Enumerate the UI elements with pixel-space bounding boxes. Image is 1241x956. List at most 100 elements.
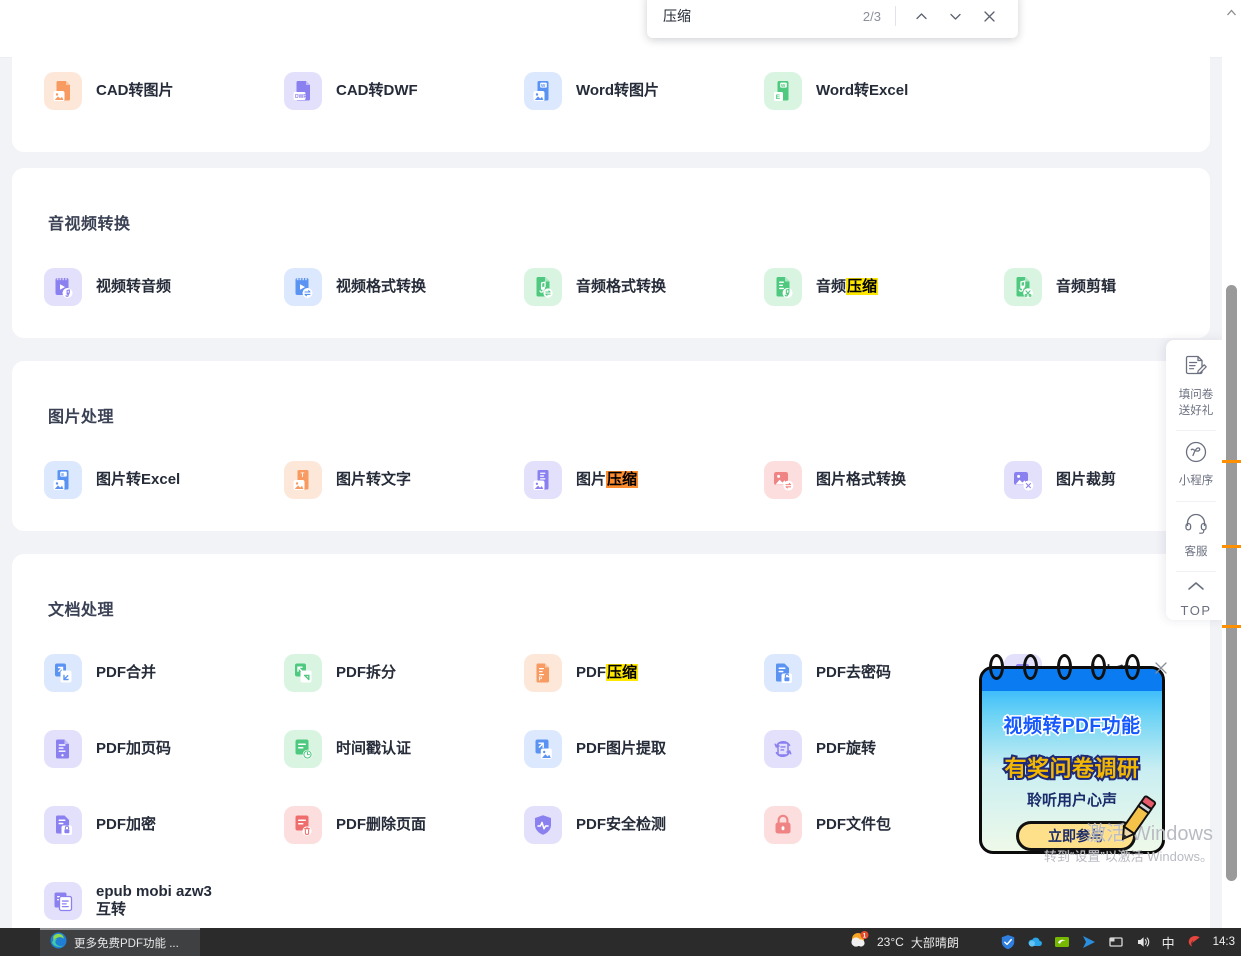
tool-label: PDF安全检测 xyxy=(576,815,667,833)
find-previous-button[interactable] xyxy=(904,1,938,31)
ime-chinese-icon[interactable]: 中 xyxy=(1162,933,1175,952)
weather-sun-cloud-icon: 1 xyxy=(850,930,870,954)
tool-label: 视频转音频 xyxy=(96,277,172,295)
sidebar-item-back-to-top[interactable]: TOP xyxy=(1166,580,1226,620)
section-card-media: 音视频转换 视频转音频 视频格式转换 音频格式转换 音频压缩 音频剪辑 xyxy=(12,168,1210,338)
tool-label: PDF拆分 xyxy=(336,663,397,681)
floating-sidebar: 填问卷 送好礼 小程序 客服 TOP xyxy=(1166,340,1226,620)
taskbar-app-button[interactable]: 更多免费PDF功能 ... xyxy=(40,928,200,956)
tool-pdf-merge[interactable]: PDF合并 xyxy=(44,654,294,692)
tool-image-compress[interactable]: 图片压缩 xyxy=(524,461,774,499)
word-to-image-icon: W xyxy=(524,72,562,110)
svg-text:W: W xyxy=(541,83,546,88)
volume-icon[interactable] xyxy=(1135,934,1151,950)
find-next-button[interactable] xyxy=(938,1,972,31)
weather-desc: 大部晴朗 xyxy=(910,935,959,950)
tool-timestamp-certify[interactable]: 时间戳认证 xyxy=(284,730,534,768)
tool-pdf-delete-page[interactable]: PDF删除页面 xyxy=(284,806,534,844)
sidebar-item-label: 填问卷 送好礼 xyxy=(1178,389,1214,417)
scroll-up-arrow-icon[interactable] xyxy=(1226,4,1237,16)
pdf-delete-page-icon xyxy=(284,806,322,844)
tool-label: PDF加密 xyxy=(96,815,157,833)
scrollbar-match-tick xyxy=(1222,625,1241,628)
tool-label: 音频压缩 xyxy=(816,277,879,295)
tool-cad-to-image[interactable]: CAD转图片 xyxy=(44,72,294,110)
search-input[interactable] xyxy=(663,8,863,24)
sidebar-item-label: 客服 xyxy=(1184,545,1208,558)
tool-audio-compress[interactable]: 音频压缩 xyxy=(764,268,1014,306)
tool-ebook-convert[interactable]: epub mobi azw3互转 xyxy=(44,882,294,920)
tool-label: 图片裁剪 xyxy=(1056,470,1117,488)
svg-text:E: E xyxy=(61,472,64,477)
tool-label: PDF删除页面 xyxy=(336,815,427,833)
screen: P 从PDF转换 ⌄ P 转换成PDF ⌄ 特色转换 ⌄ xyxy=(0,0,1241,956)
tool-image-format-convert[interactable]: 图片格式转换 xyxy=(764,461,1014,499)
ebook-convert-icon xyxy=(44,882,82,920)
audio-format-convert-icon xyxy=(524,268,562,306)
tool-pdf-encrypt[interactable]: PDF加密 xyxy=(44,806,294,844)
tool-audio-format-convert[interactable]: 音频格式转换 xyxy=(524,268,774,306)
sidebar-item-survey[interactable]: 填问卷 送好礼 xyxy=(1166,353,1226,419)
tool-audio-clip[interactable]: 音频剪辑 xyxy=(1004,268,1241,306)
close-find-button[interactable] xyxy=(972,1,1006,31)
section-title: 音视频转换 xyxy=(48,216,131,233)
tool-label: PDF图片提取 xyxy=(576,739,667,757)
survey-icon xyxy=(1183,353,1209,384)
tool-label: PDF合并 xyxy=(96,663,157,681)
tool-word-to-image[interactable]: W Word转图片 xyxy=(524,72,774,110)
tool-image-to-text[interactable]: T 图片转文字 xyxy=(284,461,534,499)
sidebar-item-miniprogram[interactable]: 小程序 xyxy=(1166,439,1226,490)
system-tray: 中 14:3 xyxy=(1000,933,1235,952)
binder-ring-icon xyxy=(1091,654,1106,680)
taskbar-clock[interactable]: 14:3 xyxy=(1213,936,1235,948)
display-icon[interactable] xyxy=(1108,934,1124,950)
windows-taskbar: 更多免费PDF功能 ... 1 23°C 大部晴朗 中 14:3 xyxy=(0,928,1241,956)
audio-clip-icon xyxy=(1004,268,1042,306)
tool-video-format-convert[interactable]: 视频格式转换 xyxy=(284,268,534,306)
search-match-highlight-active: 压缩 xyxy=(606,470,639,488)
tool-label: epub mobi azw3互转 xyxy=(96,882,212,918)
binder-ring-icon xyxy=(1023,654,1038,680)
pencil-icon xyxy=(1121,795,1157,841)
promo-headline: 有奖问卷调研 xyxy=(1002,754,1141,783)
edge-browser-icon xyxy=(50,932,67,954)
image-compress-icon xyxy=(524,461,562,499)
tool-image-to-excel[interactable]: E 图片转Excel xyxy=(44,461,294,499)
close-icon[interactable] xyxy=(1153,660,1169,681)
taskbar-app-label: 更多免费PDF功能 ... xyxy=(74,938,179,950)
tool-label: PDF旋转 xyxy=(816,739,877,757)
sogou-icon[interactable] xyxy=(1186,934,1202,950)
shield-icon[interactable] xyxy=(1000,934,1016,950)
sidebar-item-support[interactable]: 客服 xyxy=(1166,510,1226,561)
tool-pdf-extract-image[interactable]: PDF图片提取 xyxy=(524,730,774,768)
tool-label: CAD转DWF xyxy=(336,81,418,99)
tool-cad-to-dwf[interactable]: DWF CAD转DWF xyxy=(284,72,534,110)
svg-text:W: W xyxy=(781,83,786,88)
vertical-scrollbar[interactable] xyxy=(1222,0,1241,928)
tool-pdf-split[interactable]: PDF拆分 xyxy=(284,654,534,692)
section-card-partial: CAD转图片 DWF CAD转DWF W Word转图片 WE Word转Exc… xyxy=(12,0,1210,152)
video-to-audio-icon xyxy=(44,268,82,306)
scrollbar-thumb[interactable] xyxy=(1226,285,1237,881)
weather-temp: 23°C xyxy=(877,935,904,949)
nvidia-icon[interactable] xyxy=(1054,934,1070,950)
taskbar-weather-widget[interactable]: 1 23°C 大部晴朗 xyxy=(850,930,959,954)
onedrive-icon[interactable] xyxy=(1027,934,1043,950)
pdf-compress-icon: P xyxy=(524,654,562,692)
divider xyxy=(895,6,896,26)
tool-pdf-add-page-number[interactable]: PDF加页码 xyxy=(44,730,294,768)
back-to-top-icon xyxy=(1184,580,1208,598)
search-match-highlight: 压缩 xyxy=(606,663,639,681)
miniprogram-icon xyxy=(1183,439,1209,470)
tool-video-to-audio[interactable]: 视频转音频 xyxy=(44,268,294,306)
messenger-icon[interactable] xyxy=(1081,934,1097,950)
tool-pdf-security-check[interactable]: PDF安全检测 xyxy=(524,806,774,844)
binder-ring-icon xyxy=(1125,654,1140,680)
match-count: 2/3 xyxy=(862,8,881,24)
tool-pdf-compress[interactable]: P PDF压缩 xyxy=(524,654,774,692)
headset-support-icon xyxy=(1183,510,1209,541)
promo-popup[interactable]: 视频转PDF功能 有奖问卷调研 聆听用户心声 立即参与 xyxy=(975,652,1171,857)
pdf-remove-password-icon xyxy=(764,654,802,692)
tool-word-to-excel[interactable]: WE Word转Excel xyxy=(764,72,1014,110)
section-title: 文档处理 xyxy=(48,602,115,619)
